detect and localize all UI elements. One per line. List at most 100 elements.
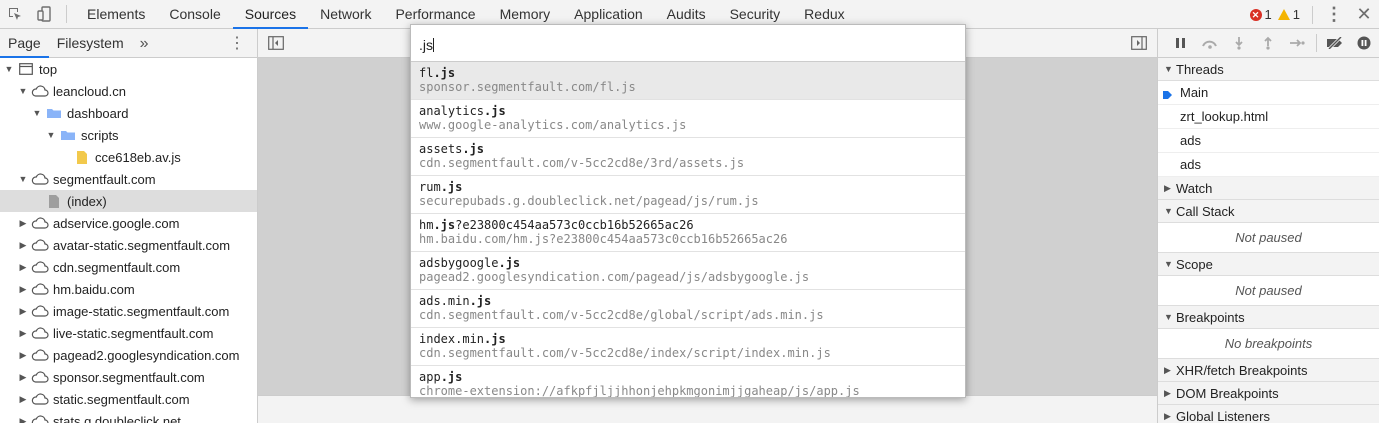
quick-open-item[interactable]: analytics.js www.google-analytics.com/ana… [411, 100, 965, 138]
tree-item[interactable]: ▶ pagead2.googlesyndication.com [0, 344, 257, 366]
tree-item[interactable]: (index) [0, 190, 257, 212]
tree-item[interactable]: ▶ image-static.segmentfault.com [0, 300, 257, 322]
expanded-arrow-icon[interactable]: ▼ [46, 130, 56, 140]
scope-section-header[interactable]: ▼ Scope [1158, 253, 1379, 276]
quick-open-item[interactable]: fl.js sponsor.segmentfault.com/fl.js [411, 62, 965, 100]
tree-item[interactable]: ▼ scripts [0, 124, 257, 146]
quick-open-item-title: ads.min.js [419, 294, 957, 309]
quick-open-item[interactable]: ads.min.js cdn.segmentfault.com/v-5cc2cd8… [411, 290, 965, 328]
section-title: Watch [1176, 180, 1213, 196]
text-caret [433, 38, 434, 52]
quick-open-item[interactable]: rum.js securepubads.g.doubleclick.net/pag… [411, 176, 965, 214]
tree-item[interactable]: ▶ static.segmentfault.com [0, 388, 257, 410]
filename-match: .js [440, 370, 463, 384]
warning-badge[interactable]: 1 [1277, 7, 1300, 22]
xhr-breakpoints-section-header[interactable]: ▶ XHR/fetch Breakpoints [1158, 359, 1379, 382]
dom-breakpoints-section-header[interactable]: ▶ DOM Breakpoints [1158, 382, 1379, 405]
step-out-icon[interactable] [1253, 36, 1282, 50]
collapsed-arrow-icon[interactable]: ▶ [18, 328, 28, 339]
more-tabs-icon[interactable]: » [132, 29, 157, 58]
collapsed-arrow-icon: ▶ [1164, 182, 1171, 193]
tree-item[interactable]: ▶ live-static.segmentfault.com [0, 322, 257, 344]
tree-item[interactable]: ▶ hm.baidu.com [0, 278, 257, 300]
tab-sources[interactable]: Sources [232, 0, 309, 29]
quick-open-item-url: cdn.segmentfault.com/v-5cc2cd8e/index/sc… [419, 346, 831, 360]
collapsed-arrow-icon[interactable]: ▶ [18, 372, 28, 383]
toolbar-right: ✕ 1 1 ⋮ ✕ [1249, 0, 1379, 29]
tab-console[interactable]: Console [157, 0, 232, 29]
navigator-tabs: Page Filesystem » ⋮ [0, 29, 257, 58]
quick-open-item-title: rum.js [419, 180, 957, 195]
threads-section-header[interactable]: ▼ Threads [1158, 58, 1379, 81]
thread-item[interactable]: ads [1158, 129, 1379, 153]
collapsed-arrow-icon[interactable]: ▶ [18, 284, 28, 295]
error-count: 1 [1264, 7, 1272, 22]
filename-match: .js [484, 332, 506, 346]
tree-item[interactable]: ▼ top [0, 58, 257, 80]
quick-open-item[interactable]: index.min.js cdn.segmentfault.com/v-5cc2c… [411, 328, 965, 366]
collapsed-arrow-icon[interactable]: ▶ [18, 218, 28, 229]
cloud-icon [31, 414, 49, 423]
watch-section-header[interactable]: ▶ Watch [1158, 177, 1379, 200]
expanded-arrow-icon[interactable]: ▼ [4, 64, 14, 74]
collapsed-arrow-icon[interactable]: ▶ [18, 306, 28, 317]
breakpoints-section-header[interactable]: ▼ Breakpoints [1158, 306, 1379, 329]
error-badge[interactable]: ✕ 1 [1249, 7, 1272, 22]
tree-item[interactable]: ▶ stats.g.doubleclick.net [0, 410, 257, 423]
expanded-arrow-icon[interactable]: ▼ [18, 86, 28, 96]
collapsed-arrow-icon[interactable]: ▶ [18, 262, 28, 273]
tree-item-label: adservice.google.com [53, 215, 180, 231]
quick-open-input[interactable]: .js [411, 25, 965, 62]
tab-network[interactable]: Network [308, 0, 383, 29]
tree-item[interactable]: ▶ sponsor.segmentfault.com [0, 366, 257, 388]
quick-open-item-url: chrome-extension://afkpfjljjhhonjehpkmgo… [419, 384, 860, 398]
thread-item[interactable]: ads [1158, 153, 1379, 177]
quick-open-item-url: hm.baidu.com/hm.js?e23800c454aa573c0ccb1… [419, 232, 788, 246]
quick-open-item[interactable]: assets.js cdn.segmentfault.com/v-5cc2cd8e… [411, 138, 965, 176]
expanded-arrow-icon[interactable]: ▼ [18, 174, 28, 184]
call-stack-section-header[interactable]: ▼ Call Stack [1158, 200, 1379, 223]
more-options-icon[interactable]: ⋮ [1319, 0, 1349, 29]
collapsed-arrow-icon[interactable]: ▶ [18, 240, 28, 251]
thread-item[interactable]: Main [1158, 81, 1379, 105]
step-icon[interactable] [1283, 37, 1312, 49]
tree-item[interactable]: ▼ dashboard [0, 102, 257, 124]
filename-prefix: rum [419, 180, 441, 194]
file-tree: ▼ top ▼ leancloud.cn ▼ dashboard ▼ scripts cce61… [0, 58, 257, 423]
inspect-element-icon[interactable] [0, 0, 30, 29]
step-over-icon[interactable] [1195, 37, 1224, 49]
collapsed-arrow-icon[interactable]: ▶ [18, 416, 28, 423]
tab-page[interactable]: Page [0, 29, 49, 58]
frame-icon [17, 62, 35, 76]
toggle-navigator-icon[interactable] [268, 36, 284, 53]
document-icon [45, 194, 63, 208]
thread-item[interactable]: zrt_lookup.html [1158, 105, 1379, 129]
tree-item[interactable]: ▼ leancloud.cn [0, 80, 257, 102]
close-icon[interactable]: ✕ [1349, 0, 1379, 29]
tree-item-label: (index) [67, 193, 107, 209]
tree-item[interactable]: ▶ avatar-static.segmentfault.com [0, 234, 257, 256]
device-toolbar-icon[interactable] [30, 0, 60, 29]
filename-prefix: adsbygoogle [419, 256, 499, 270]
step-into-icon[interactable] [1224, 36, 1253, 50]
global-listeners-section-header[interactable]: ▶ Global Listeners [1158, 405, 1379, 423]
pause-icon[interactable] [1166, 37, 1195, 49]
collapsed-arrow-icon[interactable]: ▶ [18, 350, 28, 361]
tree-item[interactable]: ▼ segmentfault.com [0, 168, 257, 190]
pause-on-exceptions-icon[interactable] [1350, 36, 1379, 50]
deactivate-breakpoints-icon[interactable] [1321, 37, 1350, 49]
toggle-debugger-icon[interactable] [1131, 36, 1147, 53]
navigator-menu-icon[interactable]: ⋮ [229, 29, 245, 58]
tree-item[interactable]: cce618eb.av.js [0, 146, 257, 168]
collapsed-arrow-icon[interactable]: ▶ [18, 394, 28, 405]
expanded-arrow-icon[interactable]: ▼ [32, 108, 42, 118]
tree-item[interactable]: ▶ cdn.segmentfault.com [0, 256, 257, 278]
quick-open-item[interactable]: adsbygoogle.js pagead2.googlesyndication.… [411, 252, 965, 290]
quick-open-item[interactable]: app.js chrome-extension://afkpfjljjhhonje… [411, 366, 965, 398]
tree-item[interactable]: ▶ adservice.google.com [0, 212, 257, 234]
tab-filesystem[interactable]: Filesystem [49, 29, 132, 58]
quick-open-item[interactable]: hm.js?e23800c454aa573c0ccb16b52665ac26 hm… [411, 214, 965, 252]
filename-prefix: hm [419, 218, 434, 232]
tab-elements[interactable]: Elements [75, 0, 157, 29]
cloud-icon [31, 326, 49, 340]
